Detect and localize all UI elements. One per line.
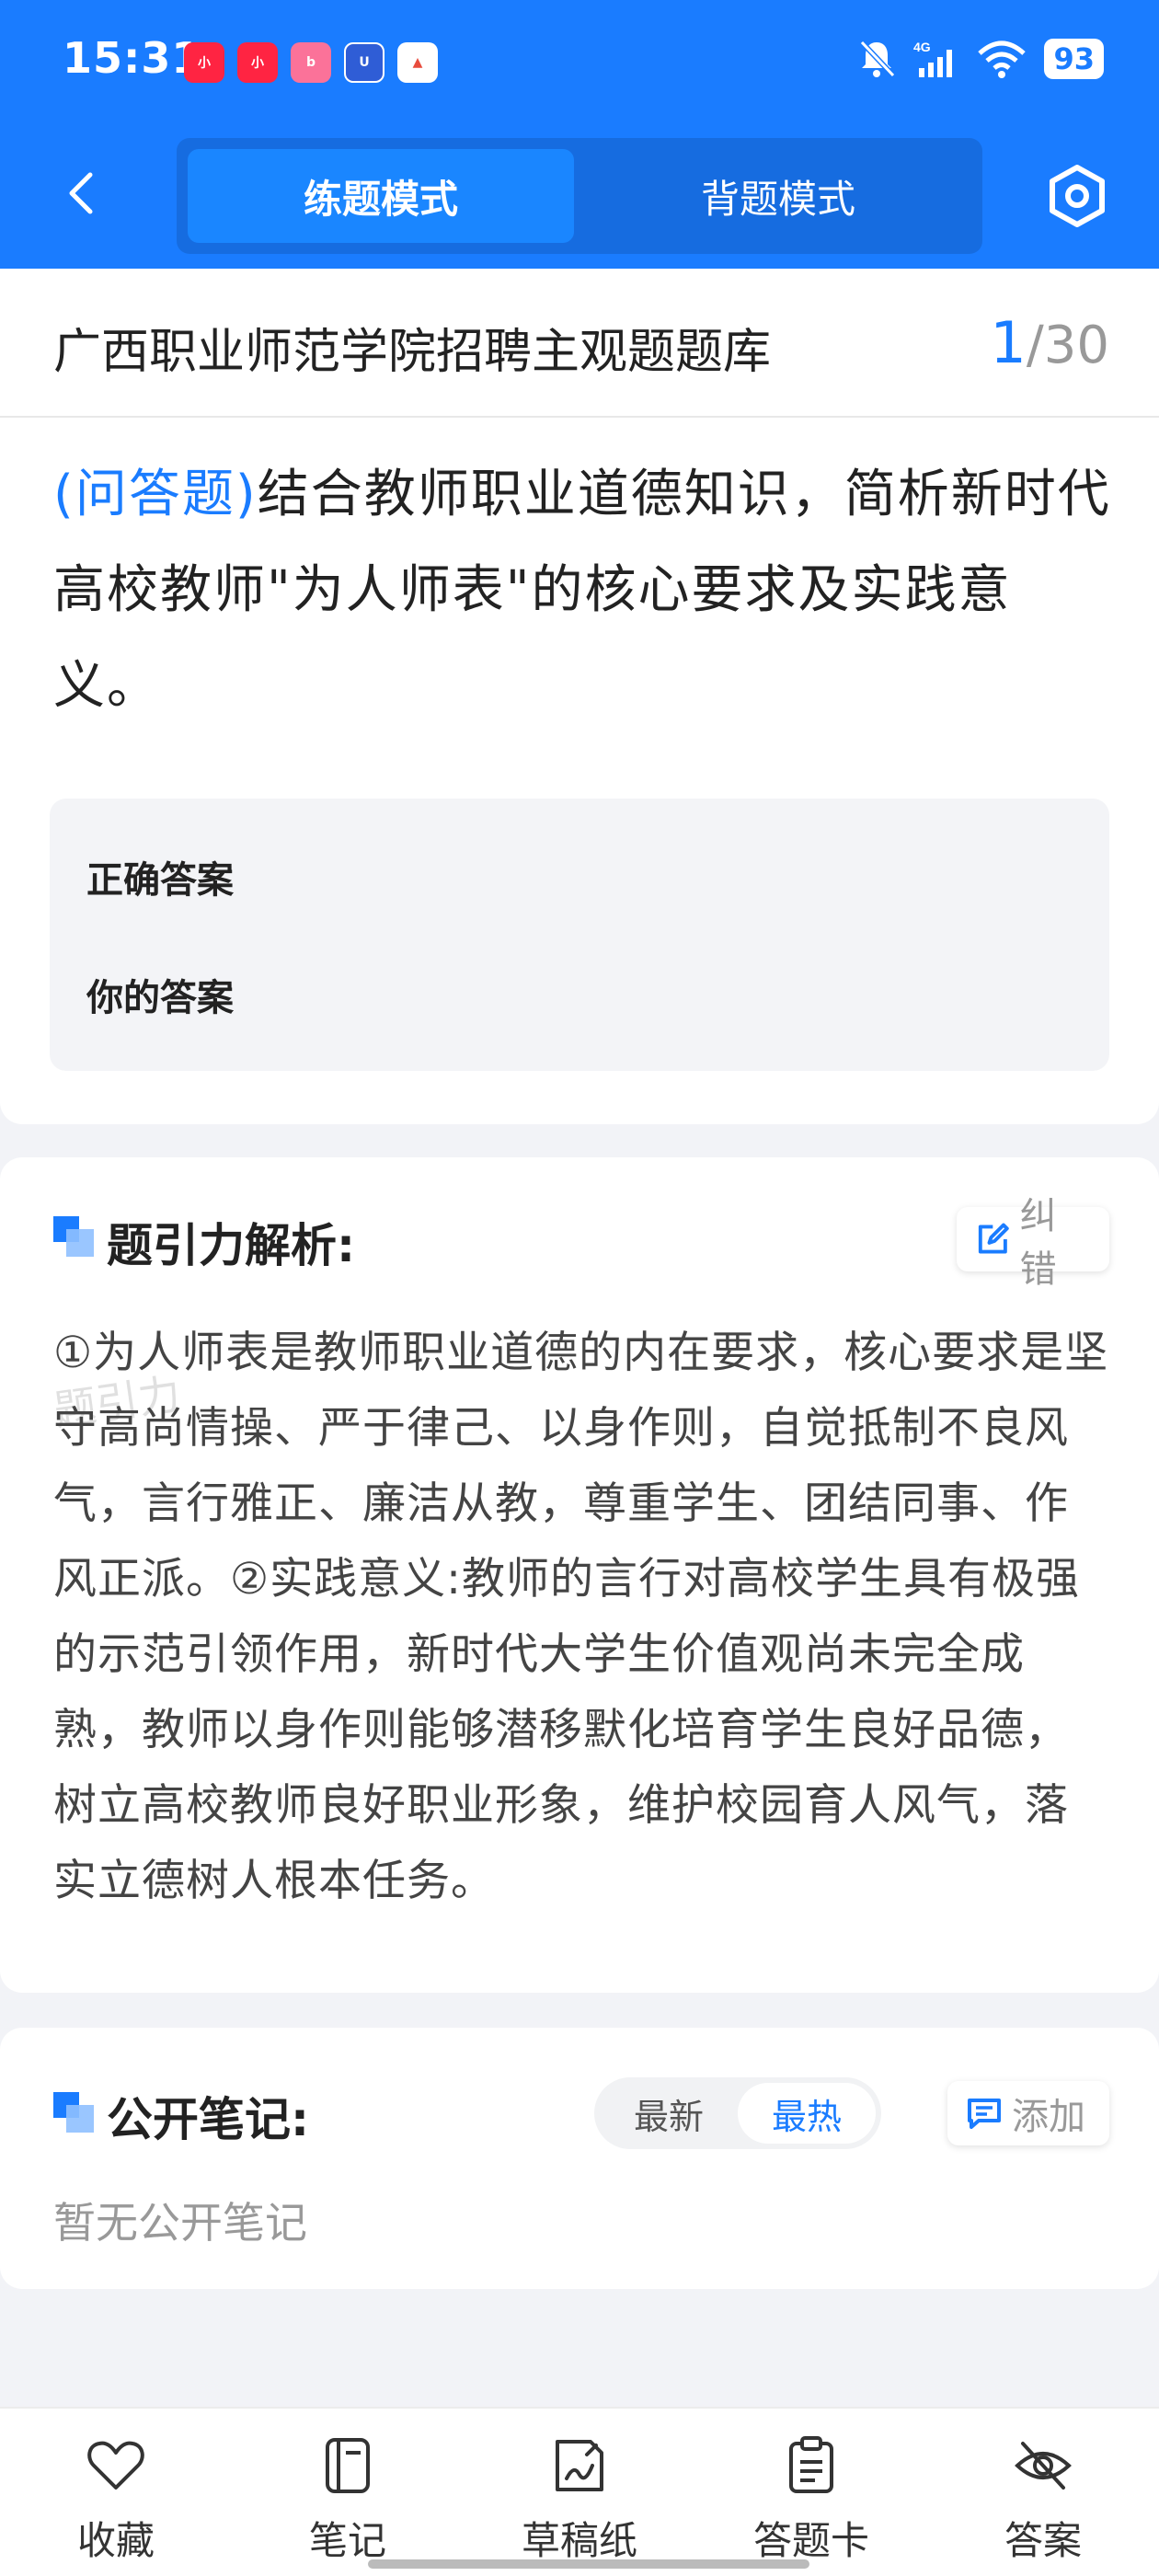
wifi-icon [978, 40, 1027, 78]
your-answer-label: 你的答案 [86, 977, 234, 1019]
app-icon: U [344, 42, 384, 83]
notes-button[interactable]: 笔记 [232, 2409, 464, 2576]
notes-sort-toggle: 最新 最热 [594, 2077, 881, 2149]
bilibili-icon: b [291, 42, 331, 83]
add-note-label: 添加 [1012, 2096, 1085, 2138]
question-bank-header: 广西职业师范学院招聘主观题题库 1/30 [0, 269, 1159, 418]
tab-memorize-mode[interactable]: 背题模式 [585, 149, 971, 243]
answer-box: 正确答案 你的答案 [50, 799, 1109, 1071]
question-type: (问答题) [53, 465, 258, 524]
public-notes-title: 公开笔记: [107, 2093, 309, 2146]
notification-icons: 小 小 b U ▲ [184, 42, 438, 83]
draft-paper-button[interactable]: 草稿纸 [464, 2409, 695, 2576]
favorite-button[interactable]: 收藏 [0, 2409, 232, 2576]
back-icon[interactable] [55, 166, 110, 221]
mode-switch: 练题模式 背题模式 [177, 138, 982, 254]
nav-bar: 练题模式 背题模式 [0, 138, 1159, 254]
xiaohongshu-icon: 小 [237, 42, 278, 83]
tab-practice-mode[interactable]: 练题模式 [188, 149, 574, 243]
bottom-toolbar: 收藏 笔记 草稿纸 答题卡 答案 [0, 2407, 1159, 2576]
status-indicators: 4G 93 [858, 39, 1104, 79]
app-header: 15:31 小 小 b U ▲ 4G 93 练题模式 背题模式 [0, 0, 1159, 269]
report-error-button[interactable]: 纠错 [957, 1195, 1109, 1291]
clipboard-icon [789, 2436, 833, 2493]
question-text: (问答题)结合教师职业道德知识，简析新时代高校教师"为人师表"的核心要求及实践意… [53, 447, 1111, 734]
analysis-text: ①为人师表是教师职业道德的内在要求，核心要求是坚守高尚情操、严于律己、以身作则，… [53, 1328, 1109, 1906]
counter-separator: / [1026, 316, 1044, 375]
app-icon: ▲ [397, 42, 438, 83]
sort-newest[interactable]: 最新 [600, 2083, 738, 2144]
network-type: 4G [913, 40, 931, 54]
answer-sheet-label: 答题卡 [752, 2518, 869, 2563]
heart-icon [87, 2441, 144, 2490]
analysis-title: 题引力解析: [107, 1219, 355, 1272]
report-error-label: 纠错 [1019, 1195, 1057, 1291]
total-questions: 30 [1043, 316, 1109, 375]
section-marker-icon [53, 1216, 94, 1257]
notes-label: 笔记 [308, 2518, 386, 2563]
public-notes-card: 公开笔记: 最新 最热 添加 暂无公开笔记 [0, 2028, 1159, 2289]
question-counter[interactable]: 1/30 [990, 309, 1109, 376]
sort-hottest[interactable]: 最热 [738, 2083, 876, 2144]
notebook-icon [326, 2438, 370, 2493]
show-answer-button[interactable]: 答案 [927, 2409, 1159, 2576]
settings-icon[interactable] [1043, 162, 1111, 230]
draft-paper-label: 草稿纸 [521, 2518, 637, 2563]
comment-icon [968, 2099, 1001, 2129]
correct-answer-label: 正确答案 [86, 859, 234, 902]
edit-icon [978, 1223, 1009, 1254]
section-marker-icon [53, 2092, 94, 2133]
favorite-label: 收藏 [76, 2518, 155, 2563]
empty-notes-text: 暂无公开笔记 [53, 2198, 307, 2248]
signal-icon: 4G [913, 40, 953, 77]
question-bank-title: 广西职业师范学院招聘主观题题库 [53, 325, 772, 380]
question-card: (问答题)结合教师职业道德知识，简析新时代高校教师"为人师表"的核心要求及实践意… [0, 418, 1159, 1124]
analysis-card: 题引力解析: 纠错 题引力 ①为人师表是教师职业道德的内在要求，核心要求是坚守高… [0, 1157, 1159, 1993]
eye-off-icon [1015, 2442, 1072, 2490]
status-bar: 15:31 小 小 b U ▲ 4G 93 [0, 0, 1159, 129]
xiaohongshu-icon: 小 [184, 42, 224, 83]
battery-level: 93 [1044, 39, 1104, 79]
show-answer-label: 答案 [1004, 2518, 1082, 2563]
status-time: 15:31 [63, 33, 202, 83]
current-question-number: 1 [990, 309, 1027, 376]
answer-sheet-button[interactable]: 答题卡 [695, 2409, 927, 2576]
add-note-button[interactable]: 添加 [947, 2081, 1109, 2145]
mute-bell-icon [860, 40, 896, 78]
home-indicator[interactable] [368, 2559, 809, 2569]
draft-icon [556, 2440, 603, 2491]
